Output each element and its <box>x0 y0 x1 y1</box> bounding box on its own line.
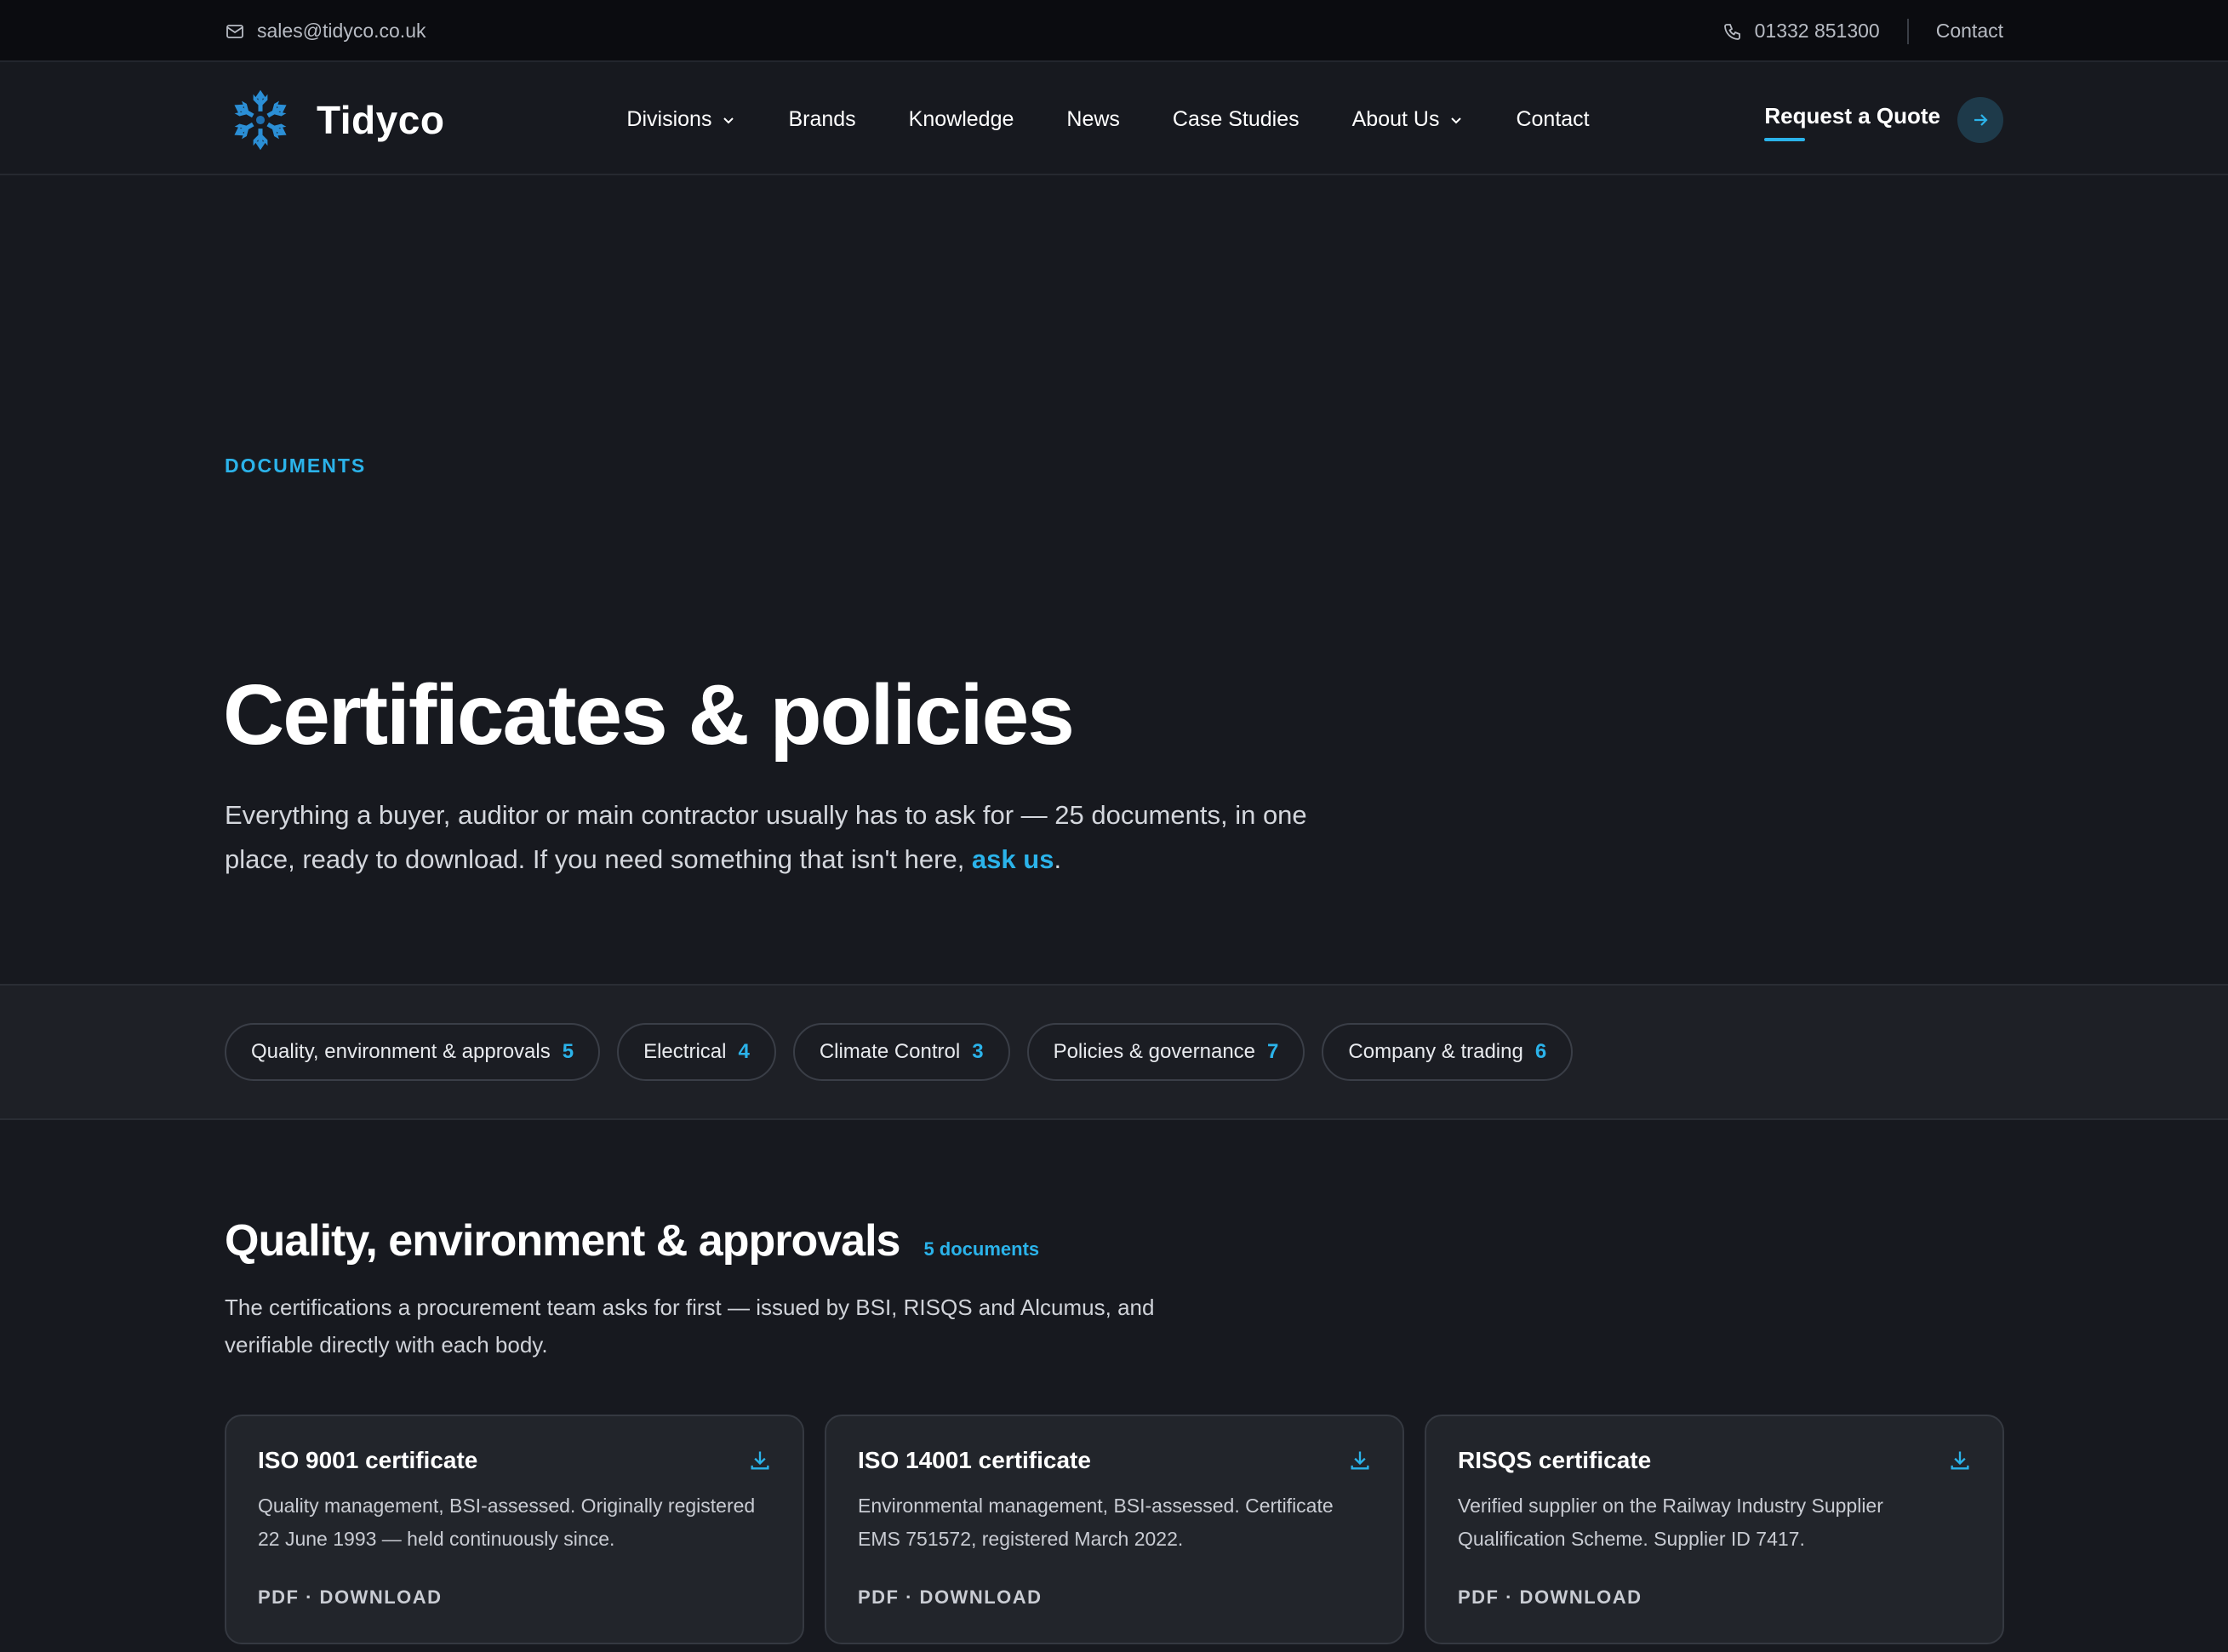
filter-chip-label: Company & trading <box>1348 1040 1523 1063</box>
document-download-link[interactable]: PDF · DOWNLOAD <box>1458 1586 1642 1609</box>
phone-link[interactable]: 01332 851300 <box>1722 20 1880 43</box>
filter-chip-policies[interactable]: Policies & governance 7 <box>1026 1023 1305 1081</box>
topbar-contact-link[interactable]: Contact <box>1936 20 2003 43</box>
nav-contact[interactable]: Contact <box>1516 107 1589 132</box>
snowflake-logo-icon <box>231 89 290 150</box>
filter-chip-label: Climate Control <box>819 1040 961 1063</box>
document-title: RISQS certificate <box>1458 1447 1652 1473</box>
main-navigation: Tidyco Divisions Brands Knowledge News C… <box>0 64 2228 175</box>
filter-chip-count: 6 <box>1534 1040 1547 1063</box>
arrow-right-icon <box>1974 113 1988 126</box>
section-description: The certifications a procurement team as… <box>225 1295 1155 1358</box>
chevron-down-icon <box>723 117 734 123</box>
nav-news-label: News <box>1066 107 1120 131</box>
nav-case-studies-label: Case Studies <box>1172 107 1300 131</box>
document-description: Quality management, BSI-assessed. Origin… <box>258 1495 756 1550</box>
phone-text: 01332 851300 <box>1754 20 1880 42</box>
nav-divisions[interactable]: Divisions <box>626 107 735 132</box>
divider <box>1906 18 1909 44</box>
nav-knowledge-label: Knowledge <box>908 107 1014 131</box>
nav-brands-label: Brands <box>788 107 856 131</box>
filter-chip-label: Electrical <box>643 1040 727 1063</box>
request-quote-label: Request a Quote <box>1764 103 1940 141</box>
document-card[interactable]: ISO 9001 certificate Quality management,… <box>225 1415 804 1644</box>
hero-intro: Everything a buyer, auditor or main cont… <box>225 793 1331 882</box>
document-download-link[interactable]: PDF · DOWNLOAD <box>858 1586 1043 1609</box>
document-description: Verified supplier on the Railway Industr… <box>1458 1495 1883 1550</box>
section-document-count: 5 documents <box>923 1238 1040 1260</box>
filter-chip-count: 3 <box>972 1040 984 1063</box>
section-header: Quality, environment & approvals 5 docum… <box>225 1215 1039 1266</box>
nav-about-us[interactable]: About Us <box>1352 107 1464 132</box>
logo-text: Tidyco <box>317 97 445 142</box>
filter-chip-label: Policies & governance <box>1053 1040 1256 1063</box>
arrow-circle <box>1957 96 2003 143</box>
nav-brands[interactable]: Brands <box>788 107 855 132</box>
filter-chip-company[interactable]: Company & trading 6 <box>1322 1023 1574 1081</box>
document-card[interactable]: ISO 14001 certificate Environmental mana… <box>825 1415 1404 1644</box>
document-description: Environmental management, BSI-assessed. … <box>858 1495 1334 1550</box>
chevron-down-icon <box>1451 117 1462 123</box>
document-card-grid: ISO 9001 certificate Quality management,… <box>225 1415 2004 1644</box>
hero-intro-text: Everything a buyer, auditor or main cont… <box>225 800 1307 874</box>
filter-chip-count: 4 <box>738 1040 750 1063</box>
email-link[interactable]: sales@tidyco.co.uk <box>225 20 426 43</box>
document-title: ISO 9001 certificate <box>258 1447 478 1473</box>
filter-chip-climate-control[interactable]: Climate Control 3 <box>792 1023 1010 1081</box>
phone-icon <box>1723 23 1740 40</box>
download-icon[interactable] <box>1348 1449 1372 1472</box>
document-title: ISO 14001 certificate <box>858 1447 1091 1473</box>
document-card[interactable]: RISQS certificate Verified supplier on t… <box>1425 1415 2004 1644</box>
document-download-link[interactable]: PDF · DOWNLOAD <box>258 1586 443 1609</box>
logo[interactable]: Tidyco <box>225 84 444 156</box>
filter-chip-count: 7 <box>1267 1040 1279 1063</box>
nav-contact-label: Contact <box>1516 107 1590 131</box>
section-title: Quality, environment & approvals <box>225 1216 900 1266</box>
ask-us-link[interactable]: ask us <box>972 844 1054 874</box>
hero-intro-end: . <box>1054 844 1062 874</box>
filter-chip-quality[interactable]: Quality, environment & approvals 5 <box>225 1023 601 1081</box>
nav-news[interactable]: News <box>1066 107 1120 132</box>
filter-chip-count: 5 <box>562 1040 574 1063</box>
mail-icon <box>226 24 243 38</box>
nav-case-studies[interactable]: Case Studies <box>1173 107 1300 132</box>
nav-knowledge[interactable]: Knowledge <box>909 107 1014 132</box>
download-icon[interactable] <box>748 1449 772 1472</box>
filter-chip-label: Quality, environment & approvals <box>251 1040 551 1063</box>
filter-chip-electrical[interactable]: Electrical 4 <box>617 1023 776 1081</box>
nav-divisions-label: Divisions <box>626 107 712 131</box>
eyebrow-label: DOCUMENTS <box>225 454 367 477</box>
utility-bar: sales@tidyco.co.uk 01332 851300 Contact <box>0 0 2228 62</box>
request-quote-button[interactable]: Request a Quote <box>1764 96 2003 143</box>
hero-section: DOCUMENTS Certificates & policies Everyt… <box>0 177 2228 984</box>
email-text: sales@tidyco.co.uk <box>257 20 426 42</box>
page-title: Certificates & policies <box>223 667 1075 763</box>
download-icon[interactable] <box>1948 1449 1972 1472</box>
category-filter-bar: Quality, environment & approvals 5 Elect… <box>0 984 2228 1120</box>
primary-menu: Divisions Brands Knowledge News Case Stu… <box>626 107 1642 132</box>
nav-about-us-label: About Us <box>1351 107 1440 131</box>
